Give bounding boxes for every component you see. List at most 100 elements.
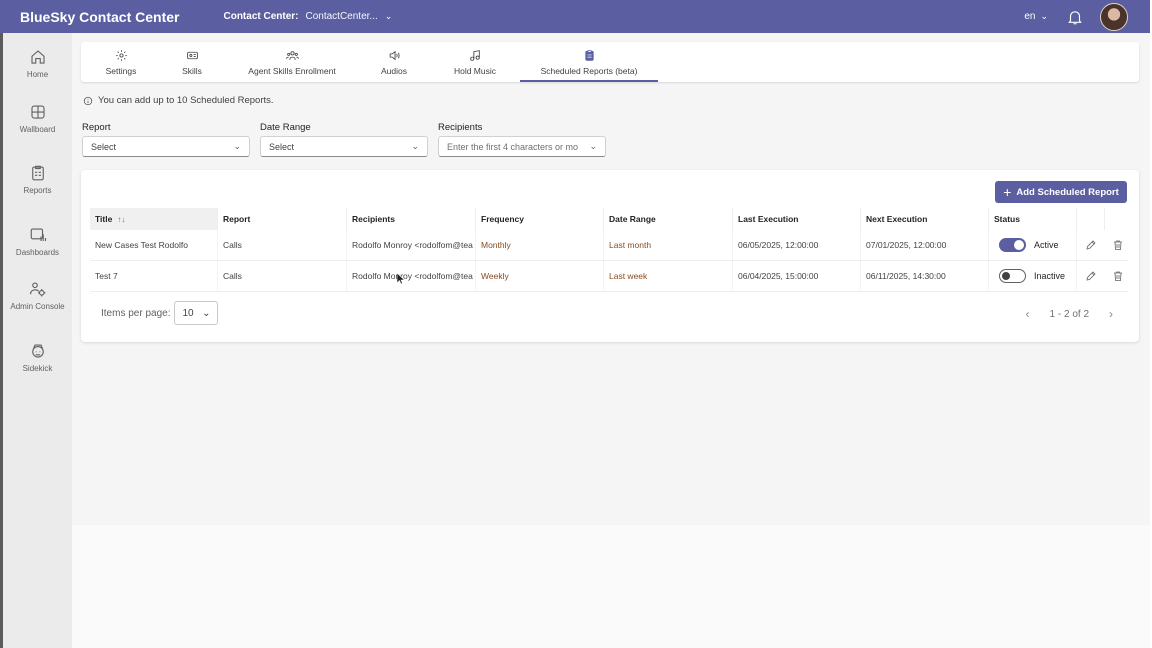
cell-title: Test 7	[90, 261, 218, 291]
chevron-down-icon: ⌄	[589, 141, 597, 151]
column-header-next-execution[interactable]: Next Execution	[861, 208, 989, 230]
admin-console-icon	[29, 282, 45, 297]
info-message: You can add up to 10 Scheduled Reports.	[83, 95, 274, 106]
tab-skills[interactable]: Skills	[173, 42, 211, 82]
home-icon	[30, 50, 45, 64]
sidebar-item-home[interactable]: Home	[3, 48, 72, 79]
sidebar-item-label: Dashboards	[15, 248, 60, 257]
tab-label: Agent Skills Enrollment	[248, 65, 336, 76]
edit-button[interactable]	[1081, 261, 1101, 291]
items-per-page: Items per page: 10 ⌄	[101, 301, 219, 325]
date-range-filter: Date Range Select ⌄	[260, 122, 428, 157]
cell-date-range: Last week	[604, 261, 733, 291]
bell-icon[interactable]	[1066, 8, 1084, 26]
sidebar-item-label: Home	[26, 70, 49, 79]
sort-icon: ↑↓	[117, 214, 126, 224]
cell-frequency: Monthly	[476, 230, 604, 260]
sidebar-item-label: Wallboard	[19, 125, 56, 134]
tab-label: Audios	[381, 65, 407, 76]
sidebar-item-sidekick[interactable]: Sidekick	[3, 342, 72, 373]
pagination-controls: ‹ 1 - 2 of 2 ›	[1026, 307, 1113, 321]
settings-tabs: Settings Skills Agent Skills Enrollment …	[81, 42, 1139, 82]
language-selector[interactable]: en ⌄	[1024, 11, 1048, 22]
sidebar-item-label: Admin Console	[10, 302, 65, 311]
cell-status: Inactive	[989, 261, 1077, 291]
cell-last-execution: 06/04/2025, 15:00:00	[733, 261, 861, 291]
chevron-down-icon: ⌄	[384, 11, 393, 21]
wallboard-icon	[30, 105, 45, 119]
recipients-input[interactable]: Enter the first 4 characters or mo ⌄	[438, 136, 606, 157]
status-text: Active	[1034, 240, 1059, 250]
cell-last-execution: 06/05/2025, 12:00:00	[733, 230, 861, 260]
cell-recipients: Rodolfo Monroy <rodolfom@tea	[347, 261, 476, 291]
tab-settings[interactable]: Settings	[95, 42, 147, 82]
sidebar-item-dashboards[interactable]: Dashboards	[3, 226, 72, 257]
plus-icon: +	[1003, 184, 1012, 200]
chevron-down-icon: ⌄	[202, 307, 211, 319]
column-header-status[interactable]: Status	[989, 208, 1077, 230]
recipients-filter-label: Recipients	[438, 122, 483, 133]
tab-audios[interactable]: Audios	[374, 42, 414, 82]
contact-center-selector[interactable]: Contact Center: ContactCenter... ⌄	[223, 11, 392, 22]
add-button-label: Add Scheduled Report	[1016, 186, 1119, 198]
dashboards-icon	[30, 228, 46, 241]
cell-frequency: Weekly	[476, 261, 604, 291]
previous-page-button[interactable]: ‹	[1026, 307, 1030, 321]
language-value: en	[1024, 11, 1036, 22]
edit-button[interactable]	[1081, 230, 1101, 260]
pencil-icon	[1086, 271, 1096, 281]
sidebar-item-reports[interactable]: Reports	[3, 164, 72, 195]
column-header-edit	[1077, 208, 1105, 230]
column-header-date-range[interactable]: Date Range	[604, 208, 733, 230]
table-row: New Cases Test Rodolfo Calls Rodolfo Mon…	[90, 230, 1128, 261]
pencil-icon	[1086, 240, 1096, 250]
tab-label: Hold Music	[453, 65, 497, 76]
scheduled-reports-table: Title ↑↓ Report Recipients Frequency Dat…	[90, 208, 1128, 292]
chevron-down-icon: ⌄	[1040, 11, 1048, 21]
column-header-title[interactable]: Title ↑↓	[90, 208, 218, 230]
status-toggle[interactable]	[999, 238, 1026, 252]
items-per-page-select[interactable]: 10 ⌄	[174, 301, 219, 325]
contact-center-value: ContactCenter...	[305, 11, 378, 22]
mouse-cursor-icon	[397, 273, 405, 285]
report-filter-label: Report	[82, 122, 111, 133]
delete-button[interactable]	[1108, 230, 1128, 260]
sidebar-item-wallboard[interactable]: Wallboard	[3, 103, 72, 134]
recipients-placeholder: Enter the first 4 characters or mo	[447, 141, 579, 152]
people-group-icon	[285, 50, 299, 60]
date-range-select[interactable]: Select ⌄	[260, 136, 428, 157]
add-scheduled-report-button[interactable]: + Add Scheduled Report	[995, 181, 1127, 203]
avatar[interactable]	[1100, 2, 1128, 31]
cell-date-range: Last month	[604, 230, 733, 260]
clipboard-icon	[584, 49, 594, 61]
top-header: BlueSky Contact Center Contact Center: C…	[0, 0, 1150, 33]
items-per-page-value: 10	[182, 307, 194, 319]
report-select[interactable]: Select ⌄	[82, 136, 250, 157]
cell-next-execution: 07/01/2025, 12:00:00	[861, 230, 989, 260]
tab-agent-skills-enrollment[interactable]: Agent Skills Enrollment	[247, 42, 337, 82]
sidebar-item-label: Reports	[23, 186, 52, 195]
chevron-down-icon: ⌄	[233, 141, 241, 151]
column-header-frequency[interactable]: Frequency	[476, 208, 604, 230]
delete-button[interactable]	[1108, 261, 1128, 291]
cell-report: Calls	[218, 230, 347, 260]
tab-label: Settings	[105, 65, 137, 76]
column-header-delete	[1105, 208, 1128, 230]
tab-scheduled-reports[interactable]: Scheduled Reports (beta)	[520, 42, 658, 82]
scheduled-reports-card: + Add Scheduled Report Title ↑↓ Report R…	[81, 170, 1139, 342]
info-text: You can add up to 10 Scheduled Reports.	[98, 95, 274, 106]
reports-icon	[31, 165, 44, 181]
sidebar-item-admin-console[interactable]: Admin Console	[3, 280, 72, 311]
next-page-button[interactable]: ›	[1109, 307, 1113, 321]
tab-hold-music[interactable]: Hold Music	[449, 42, 501, 82]
sidebar: Home Wallboard Reports Dashboards Admin …	[0, 33, 72, 525]
column-header-report[interactable]: Report	[218, 208, 347, 230]
column-header-last-execution[interactable]: Last Execution	[733, 208, 861, 230]
column-header-recipients[interactable]: Recipients	[347, 208, 476, 230]
recipients-filter: Recipients Enter the first 4 characters …	[438, 122, 606, 157]
table-header-row: Title ↑↓ Report Recipients Frequency Dat…	[90, 208, 1128, 230]
cell-status: Active	[989, 230, 1077, 260]
items-per-page-label: Items per page:	[101, 307, 171, 319]
status-toggle[interactable]	[999, 269, 1026, 283]
brand-title: BlueSky Contact Center	[20, 8, 180, 25]
